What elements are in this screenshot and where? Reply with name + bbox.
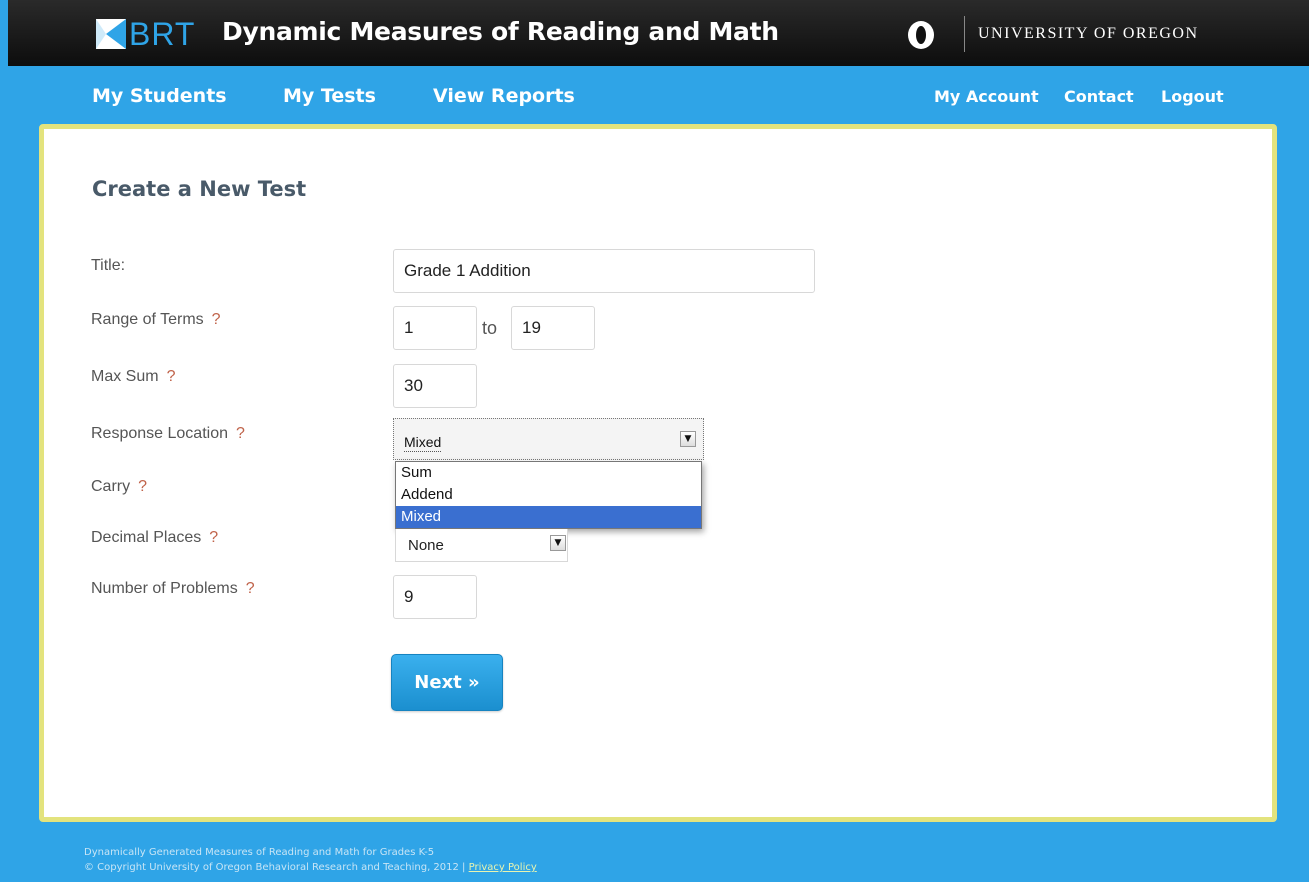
uo-o-logo-icon: [908, 21, 934, 49]
max-sum-help-icon[interactable]: ?: [167, 368, 176, 385]
nav-my-students[interactable]: My Students: [92, 83, 227, 109]
decimal-places-value: None: [408, 537, 444, 554]
max-sum-label-row: Max Sum?: [91, 367, 175, 387]
max-sum-label: Max Sum: [91, 368, 159, 385]
page-title: Create a New Test: [92, 177, 307, 201]
chevron-down-icon[interactable]: ▼: [680, 431, 696, 447]
footer: Dynamically Generated Measures of Readin…: [84, 845, 537, 875]
decimal-places-select[interactable]: None ▼: [395, 529, 568, 562]
decimal-places-label-row: Decimal Places?: [91, 528, 218, 548]
footer-line-1: Dynamically Generated Measures of Readin…: [84, 847, 435, 858]
nav-view-reports[interactable]: View Reports: [433, 83, 575, 109]
footer-line-2-row: © Copyright University of Oregon Behavio…: [84, 860, 537, 875]
chevron-down-icon[interactable]: ▼: [550, 535, 566, 551]
range-label-row: Range of Terms?: [91, 310, 221, 330]
header-divider: [964, 16, 965, 52]
range-label: Range of Terms: [91, 311, 204, 328]
next-button[interactable]: Next »: [391, 654, 503, 711]
carry-label: Carry: [91, 478, 131, 495]
brt-logo-icon: [96, 19, 126, 49]
max-sum-input[interactable]: 30: [393, 364, 477, 408]
decimal-places-help-icon[interactable]: ?: [209, 529, 218, 546]
nav-contact[interactable]: Contact: [1064, 86, 1134, 108]
nav-my-account[interactable]: My Account: [934, 86, 1039, 108]
response-location-value: Mixed: [404, 434, 442, 452]
num-problems-label-row: Number of Problems?: [91, 579, 255, 599]
carry-help-icon[interactable]: ?: [138, 478, 147, 495]
brt-logo-text: BRT: [129, 16, 196, 52]
footer-copyright: © Copyright University of Oregon Behavio…: [84, 862, 466, 873]
university-name: UNIVERSITY OF OREGON: [978, 25, 1199, 42]
nav-logout[interactable]: Logout: [1161, 86, 1224, 108]
privacy-policy-link[interactable]: Privacy Policy: [469, 862, 537, 873]
option-mixed[interactable]: Mixed: [396, 506, 701, 528]
title-input[interactable]: Grade 1 Addition: [393, 249, 815, 293]
range-to-input[interactable]: 19: [511, 306, 595, 350]
app-title: Dynamic Measures of Reading and Math: [222, 17, 779, 46]
response-location-label-row: Response Location?: [91, 424, 245, 444]
response-location-help-icon[interactable]: ?: [236, 425, 245, 442]
option-addend[interactable]: Addend: [396, 484, 701, 506]
response-location-select[interactable]: Mixed ▼: [393, 418, 704, 460]
range-help-icon[interactable]: ?: [212, 311, 221, 328]
header-bar: BRT Dynamic Measures of Reading and Math…: [8, 0, 1309, 66]
title-label: Title:: [91, 257, 126, 274]
option-sum[interactable]: Sum: [396, 462, 701, 484]
num-problems-label: Number of Problems: [91, 580, 238, 597]
range-from-input[interactable]: 1: [393, 306, 477, 350]
brt-logo[interactable]: BRT: [96, 16, 195, 52]
num-problems-help-icon[interactable]: ?: [246, 580, 255, 597]
nav-my-tests[interactable]: My Tests: [283, 83, 376, 109]
response-location-label: Response Location: [91, 425, 228, 442]
range-to-label: to: [482, 318, 498, 338]
decimal-places-label: Decimal Places: [91, 529, 202, 546]
num-problems-input[interactable]: 9: [393, 575, 477, 619]
carry-label-row: Carry?: [91, 477, 147, 497]
response-location-dropdown: Sum Addend Mixed: [395, 461, 702, 529]
